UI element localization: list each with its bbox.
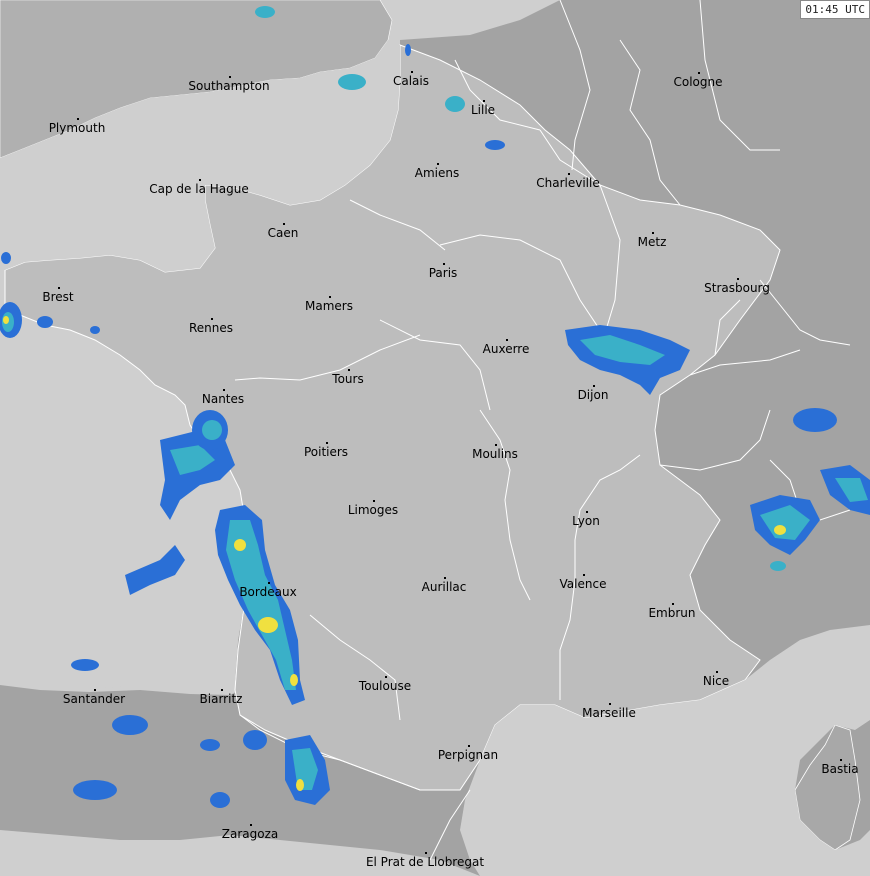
radar-map: Southampton Plymouth Calais Lille Cologn… bbox=[0, 0, 870, 876]
city-dot bbox=[199, 179, 201, 181]
city-dot bbox=[609, 703, 611, 705]
city-dot bbox=[437, 163, 439, 165]
city-label-embrun: Embrun bbox=[648, 606, 696, 620]
city-label-bastia: Bastia bbox=[821, 762, 859, 776]
timestamp-label: 01:45 UTC bbox=[800, 0, 870, 19]
map-base bbox=[0, 0, 870, 876]
city-label-plymouth: Plymouth bbox=[48, 121, 106, 135]
city-dot bbox=[568, 173, 570, 175]
city-label-biarritz: Biarritz bbox=[199, 692, 243, 706]
city-label-dijon: Dijon bbox=[577, 388, 609, 402]
city-dot bbox=[698, 72, 700, 74]
city-dot bbox=[506, 339, 508, 341]
city-label-tours: Tours bbox=[332, 372, 364, 386]
city-dot bbox=[425, 852, 427, 854]
city-label-metz: Metz bbox=[637, 235, 667, 249]
city-dot bbox=[211, 318, 213, 320]
city-label-amiens: Amiens bbox=[414, 166, 460, 180]
city-label-poitiers: Poitiers bbox=[303, 445, 349, 459]
city-label-nantes: Nantes bbox=[201, 392, 245, 406]
city-label-nice: Nice bbox=[702, 674, 730, 688]
city-dot bbox=[444, 577, 446, 579]
city-dot bbox=[483, 100, 485, 102]
city-label-southampton: Southampton bbox=[188, 79, 270, 93]
city-dot bbox=[229, 76, 231, 78]
city-label-auxerre: Auxerre bbox=[482, 342, 530, 356]
city-label-moulins: Moulins bbox=[472, 447, 518, 461]
city-label-mamers: Mamers bbox=[305, 299, 353, 313]
city-label-marseille: Marseille bbox=[582, 706, 636, 720]
city-label-calais: Calais bbox=[392, 74, 430, 88]
city-label-brest: Brest bbox=[42, 290, 74, 304]
city-label-cap-de-la-hague: Cap de la Hague bbox=[149, 182, 249, 196]
city-dot bbox=[326, 442, 328, 444]
city-label-charleville: Charleville bbox=[536, 176, 600, 190]
city-label-valence: Valence bbox=[559, 577, 607, 591]
city-label-toulouse: Toulouse bbox=[358, 679, 412, 693]
city-dot bbox=[586, 511, 588, 513]
city-label-caen: Caen bbox=[267, 226, 299, 240]
city-dot bbox=[94, 689, 96, 691]
city-label-cologne: Cologne bbox=[673, 75, 723, 89]
city-dot bbox=[593, 385, 595, 387]
city-label-lille: Lille bbox=[470, 103, 496, 117]
city-dot bbox=[268, 582, 270, 584]
city-label-aurillac: Aurillac bbox=[421, 580, 467, 594]
city-dot bbox=[411, 71, 413, 73]
city-dot bbox=[58, 287, 60, 289]
city-dot bbox=[468, 745, 470, 747]
city-label-el-prat-de-llobregat: El Prat de Llobregat bbox=[365, 855, 485, 869]
city-dot bbox=[652, 232, 654, 234]
city-label-rennes: Rennes bbox=[188, 321, 234, 335]
city-dot bbox=[716, 671, 718, 673]
city-dot bbox=[373, 500, 375, 502]
city-label-perpignan: Perpignan bbox=[437, 748, 499, 762]
city-dot bbox=[840, 759, 842, 761]
city-dot bbox=[283, 223, 285, 225]
city-dot bbox=[221, 689, 223, 691]
city-label-limoges: Limoges bbox=[347, 503, 399, 517]
city-dot bbox=[495, 444, 497, 446]
city-dot bbox=[583, 574, 585, 576]
city-dot bbox=[737, 278, 739, 280]
city-dot bbox=[672, 603, 674, 605]
city-dot bbox=[329, 296, 331, 298]
city-dot bbox=[348, 369, 350, 371]
city-dot bbox=[443, 263, 445, 265]
city-label-santander: Santander bbox=[62, 692, 126, 706]
city-dot bbox=[385, 676, 387, 678]
city-label-bordeaux: Bordeaux bbox=[239, 585, 297, 599]
city-label-zaragoza: Zaragoza bbox=[221, 827, 279, 841]
city-label-lyon: Lyon bbox=[572, 514, 600, 528]
city-dot bbox=[223, 389, 225, 391]
city-label-paris: Paris bbox=[428, 266, 458, 280]
city-label-strasbourg: Strasbourg bbox=[704, 281, 770, 295]
city-dot bbox=[77, 118, 79, 120]
city-dot bbox=[250, 824, 252, 826]
